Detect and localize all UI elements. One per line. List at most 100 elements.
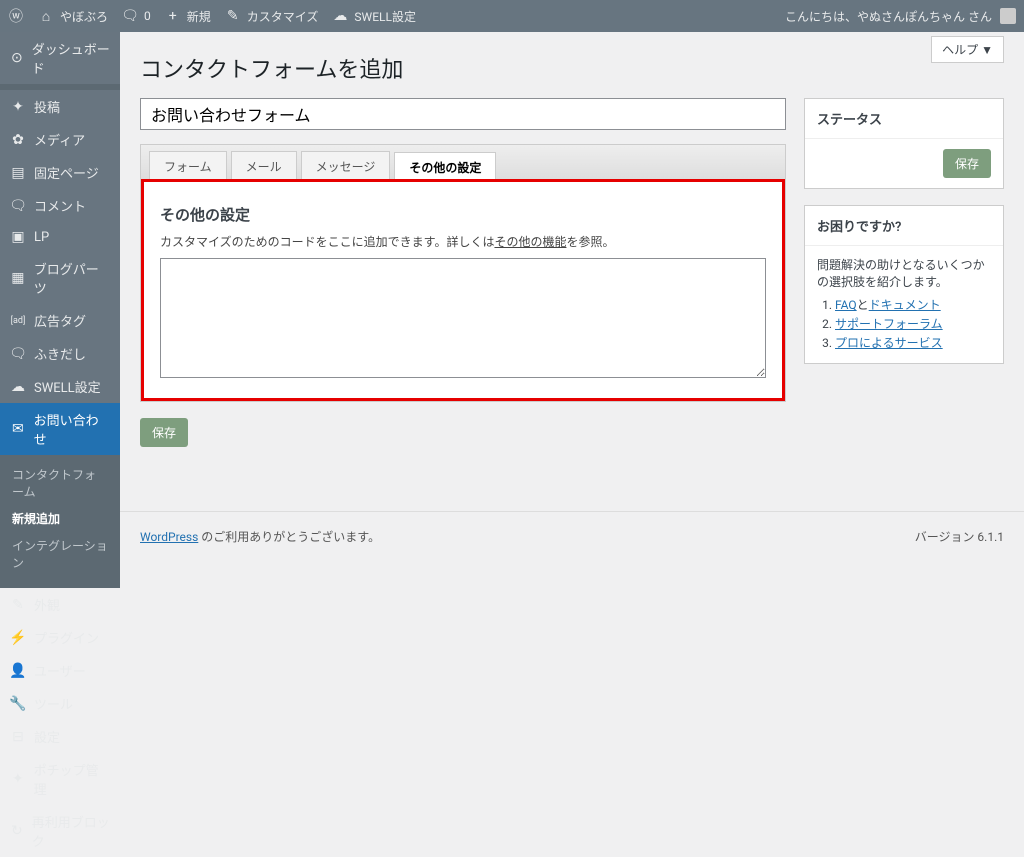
sidebar-item-plugins[interactable]: ⚡ プラグイン — [0, 621, 120, 654]
form-title-input[interactable] — [140, 98, 786, 130]
star-icon: ✦ — [10, 771, 26, 787]
status-heading: ステータス — [805, 99, 1003, 139]
new-label: 新規 — [187, 8, 211, 25]
sidebar-submenu: コンタクトフォーム 新規追加 インテグレーション — [0, 455, 120, 582]
bubble-icon: 🗨 — [10, 346, 26, 362]
sidebar-item-comments[interactable]: 🗨 コメント — [0, 189, 120, 222]
tab-additional[interactable]: その他の設定 — [394, 152, 496, 182]
footer-thanks: のご利用ありがとうございます。 — [198, 530, 380, 544]
sidebar-item-label: ダッシュボード — [32, 39, 110, 77]
sidebar-item-pages[interactable]: ▤固定ページ — [0, 156, 120, 189]
save-button-side[interactable]: 保存 — [943, 149, 991, 178]
wp-logo[interactable]: ⓦ — [8, 8, 24, 24]
swell-icon: ☁ — [332, 8, 348, 24]
plus-icon: + — [165, 8, 181, 24]
grid-icon: ▦ — [10, 270, 26, 286]
help-desc: 問題解決の助けとなるいくつかの選択肢を紹介します。 — [817, 256, 991, 290]
home-icon: ⌂ — [38, 8, 54, 24]
tab-form[interactable]: フォーム — [149, 151, 227, 181]
sidebar-item-label: 設定 — [34, 727, 60, 746]
sidebar-item-dashboard[interactable]: ⊙ ダッシュボード — [0, 32, 120, 84]
site-name: やぼぶろ — [60, 8, 108, 25]
save-button[interactable]: 保存 — [140, 418, 188, 447]
sidebar-item-settings[interactable]: ⊟ 設定 — [0, 720, 120, 753]
status-box: ステータス 保存 — [804, 98, 1004, 189]
avatar[interactable] — [1000, 8, 1016, 24]
swell-icon: ☁ — [10, 379, 26, 395]
footer: WordPress のご利用ありがとうございます。 バージョン 6.1.1 — [120, 511, 1024, 561]
sidebar-item-pochipp[interactable]: ✦ ポチップ管理 — [0, 753, 120, 805]
docs-link[interactable]: ドキュメント — [869, 298, 941, 312]
customize-label: カスタマイズ — [247, 8, 319, 25]
sidebar-item-label: 広告タグ — [34, 311, 86, 330]
sidebar-item-blogparts[interactable]: ▦ブログパーツ — [0, 252, 120, 304]
sliders-icon: ⊟ — [10, 729, 26, 745]
brush-icon: ✎ — [10, 597, 26, 613]
wordpress-link[interactable]: WordPress — [140, 530, 198, 544]
sidebar-item-reusable[interactable]: ↻再利用ブロック — [0, 805, 120, 857]
sidebar-item-label: メディア — [34, 130, 85, 149]
list-item: FAQとドキュメント — [835, 296, 991, 313]
tab-messages[interactable]: メッセージ — [301, 151, 391, 181]
help-heading: お困りですか? — [805, 206, 1003, 246]
pro-link[interactable]: プロによるサービス — [835, 336, 943, 350]
sidebar-sub-addnew[interactable]: 新規追加 — [0, 505, 120, 532]
tabs-row: フォーム メール メッセージ その他の設定 — [141, 145, 785, 182]
sidebar-item-tools[interactable]: 🔧 ツール — [0, 687, 120, 720]
comment-count: 0 — [144, 9, 151, 23]
comments-link[interactable]: 🗨0 — [122, 8, 151, 24]
sidebar-item-appearance[interactable]: ✎外観 — [0, 588, 120, 621]
sidebar-item-label: コメント — [34, 196, 86, 215]
site-link[interactable]: ⌂ やぼぶろ — [38, 8, 108, 25]
help-tab[interactable]: ヘルプ ▼ — [931, 36, 1004, 63]
sidebar-item-users[interactable]: 👤ユーザー — [0, 654, 120, 687]
plugin-icon: ⚡ — [10, 630, 26, 646]
sidebar-item-contact[interactable]: ✉ お問い合わせ — [0, 403, 120, 455]
version-text: バージョン 6.1.1 — [915, 528, 1004, 545]
swell-label: SWELL設定 — [354, 8, 416, 25]
media-icon: ✿ — [10, 132, 26, 148]
forum-link[interactable]: サポートフォーラム — [835, 317, 943, 331]
tab-mail[interactable]: メール — [231, 151, 297, 181]
sidebar-item-label: ユーザー — [34, 661, 86, 680]
comment-icon: 🗨 — [122, 8, 138, 24]
ad-icon: [ad] — [10, 313, 26, 329]
faq-link[interactable]: FAQ — [835, 298, 857, 312]
sidebar-item-label: SWELL設定 — [34, 377, 101, 396]
admin-toolbar: ⓦ ⌂やぼぶろ 🗨0 +新規 ✎カスタマイズ ☁SWELL設定 こんにちは、やぬ… — [0, 0, 1024, 32]
wordpress-icon: ⓦ — [8, 8, 24, 24]
sidebar-item-label: プラグイン — [34, 628, 99, 647]
dashboard-icon: ⊙ — [10, 50, 24, 66]
list-item: プロによるサービス — [835, 334, 991, 351]
sidebar-sub-integration[interactable]: インテグレーション — [0, 532, 120, 576]
section-desc: カスタマイズのためのコードをここに追加できます。詳しくはその他の機能を参照。 — [160, 233, 766, 250]
sidebar-item-label: ふきだし — [34, 344, 86, 363]
additional-doc-link[interactable]: その他の機能 — [494, 235, 566, 249]
page-icon: ▤ — [10, 165, 26, 181]
sidebar-item-swell[interactable]: ☁ SWELL設定 — [0, 370, 120, 403]
greeting-text: こんにちは、やぬさんぽんちゃん さん — [785, 8, 992, 25]
sidebar-item-posts[interactable]: ✦投稿 — [0, 90, 120, 123]
sidebar-item-label: ポチップ管理 — [34, 760, 110, 798]
sidebar-sub-contactforms[interactable]: コンタクトフォーム — [0, 461, 120, 505]
wrench-icon: 🔧 — [10, 696, 26, 712]
sidebar-item-fukidashi[interactable]: 🗨 ふきだし — [0, 337, 120, 370]
comment-icon: 🗨 — [10, 198, 26, 214]
mail-icon: ✉ — [10, 421, 26, 437]
sidebar-item-lp[interactable]: ▣LP — [0, 222, 120, 252]
sidebar-item-label: LP — [34, 230, 49, 245]
content-area: ヘルプ ▼ コンタクトフォームを追加 フォーム メール メッセージ その他の設定… — [120, 32, 1024, 561]
brush-icon: ✎ — [225, 8, 241, 24]
new-link[interactable]: + 新規 — [165, 8, 211, 25]
additional-settings-textarea[interactable] — [160, 258, 766, 378]
sidebar-item-media[interactable]: ✿ メディア — [0, 123, 120, 156]
pin-icon: ✦ — [10, 99, 26, 115]
sidebar-item-label: お問い合わせ — [34, 410, 110, 448]
swell-link[interactable]: ☁ SWELL設定 — [332, 8, 416, 25]
customize-link[interactable]: ✎ カスタマイズ — [225, 8, 319, 25]
help-box: お困りですか? 問題解決の助けとなるいくつかの選択肢を紹介します。 FAQとドキ… — [804, 205, 1004, 364]
sidebar-item-adtag[interactable]: [ad] 広告タグ — [0, 304, 120, 337]
sidebar-item-label: ツール — [34, 694, 73, 713]
settings-panel: フォーム メール メッセージ その他の設定 その他の設定 カスタマイズのためのコ… — [140, 144, 786, 402]
page-title: コンタクトフォームを追加 — [140, 52, 1004, 84]
